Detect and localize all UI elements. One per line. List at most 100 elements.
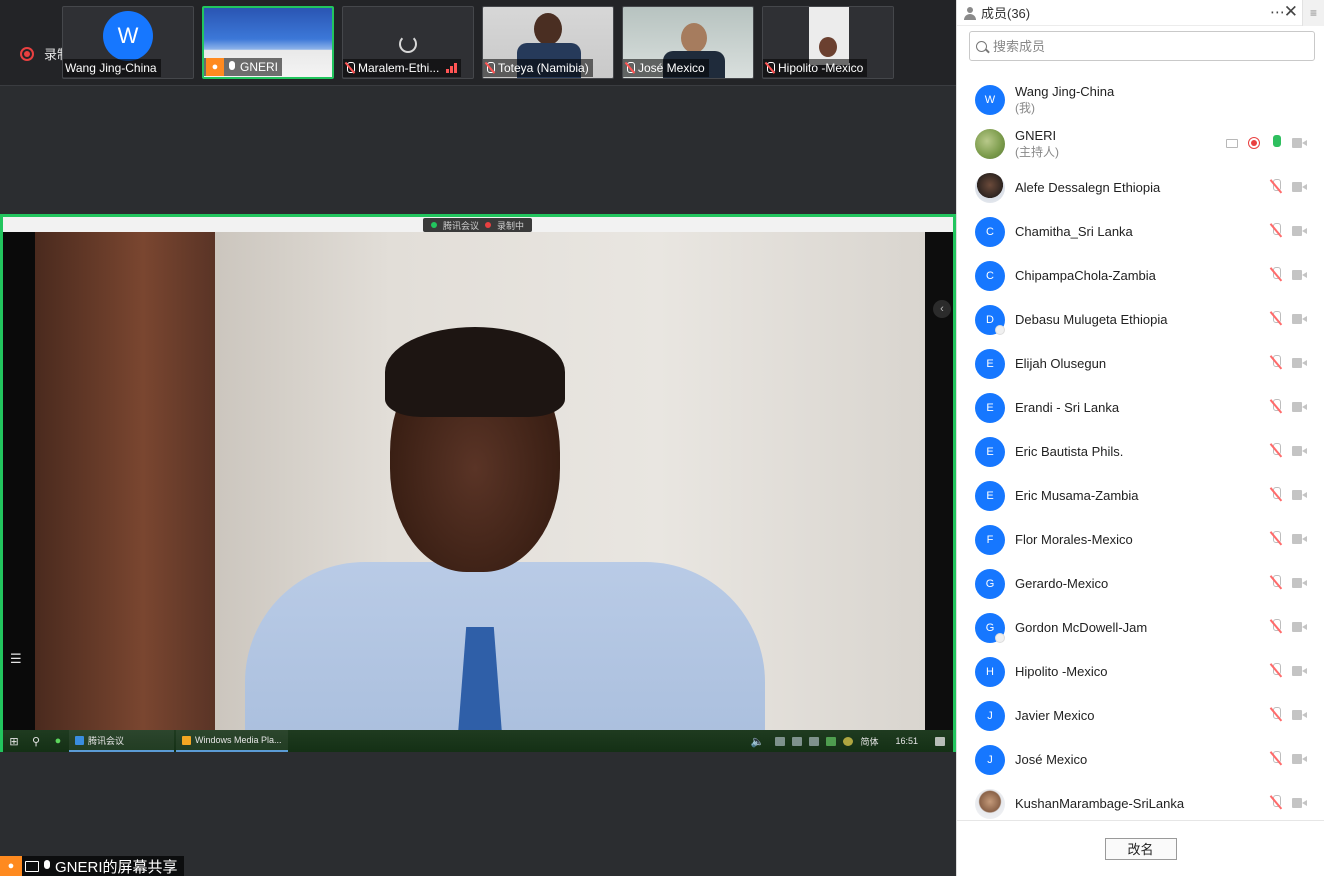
windows-taskbar: ⊞ ⚲ ● 腾讯会议 Windows Media Pla... 🔈 简体 16:… [3,730,953,752]
camera-off-icon[interactable] [1292,490,1308,500]
video-strip: 录制中 W Wang Jing-China ● GNERI Maralem-Et… [0,0,956,86]
avatar: D [975,305,1005,335]
search-input[interactable] [993,38,1293,54]
member-row-self[interactable]: W Wang Jing-China (我) [957,78,1324,122]
camera-off-icon[interactable] [1292,666,1308,676]
participant-name: Wang Jing-China [65,61,157,75]
member-row[interactable]: C Chamitha_Sri Lanka [957,210,1324,254]
camera-off-icon[interactable] [1292,314,1308,324]
taskbar-task-label: Windows Media Pla... [195,735,282,745]
member-row[interactable]: J José Mexico [957,738,1324,782]
member-row[interactable]: D Debasu Mulugeta Ethiopia [957,298,1324,342]
hamburger-menu-icon[interactable]: ≡ [1302,0,1324,26]
video-tile[interactable]: Hipolito -Mexico [762,6,894,79]
avatar: J [975,701,1005,731]
member-row-host[interactable]: GNERI (主持人) [957,122,1324,166]
volume-icon: 🔈 [750,735,765,748]
member-search[interactable] [969,31,1315,61]
shared-video-content [35,232,925,730]
camera-off-icon[interactable] [1292,402,1308,412]
video-tile[interactable]: W Wang Jing-China [62,6,194,79]
close-icon[interactable]: ✕ [1284,2,1298,22]
video-tile-active[interactable]: ● GNERI [202,6,334,79]
member-name: Hipolito -Mexico [1015,664,1108,679]
mic-muted-icon[interactable] [1270,179,1282,195]
device-badge-icon [995,633,1005,643]
avatar: E [975,481,1005,511]
avatar: G [975,569,1005,599]
collapse-chevron-left-icon[interactable]: ‹ [933,300,951,318]
participant-name: José Mexico [638,61,705,75]
mic-muted-icon[interactable] [1270,707,1282,723]
avatar [975,129,1005,159]
mic-muted-icon[interactable] [1270,575,1282,591]
member-list: W Wang Jing-China (我) GNERI (主持人) Alefe [957,78,1324,820]
member-name: Chamitha_Sri Lanka [1015,224,1133,239]
camera-off-icon[interactable] [1292,270,1308,280]
member-row[interactable]: G Gerardo-Mexico [957,562,1324,606]
mic-icon[interactable] [1270,135,1282,151]
mic-muted-icon[interactable] [1270,663,1282,679]
avatar: C [975,217,1005,247]
member-row[interactable]: J Javier Mexico [957,694,1324,738]
video-tile[interactable]: Maralem-Ethi... [342,6,474,79]
camera-off-icon[interactable] [1292,534,1308,544]
signal-bars-icon [446,63,458,73]
list-menu-icon[interactable]: ☰ [10,652,22,665]
avatar [975,173,1005,203]
host-icon: ● [0,856,22,876]
member-row[interactable]: C ChipampaChola-Zambia [957,254,1324,298]
member-role: (我) [1015,101,1035,115]
camera-off-icon[interactable] [1292,182,1308,192]
member-name: Gordon McDowell-Jam [1015,620,1148,635]
camera-off-icon[interactable] [1292,226,1308,236]
mic-muted-icon[interactable] [1270,223,1282,239]
camera-off-icon[interactable] [1292,578,1308,588]
member-row[interactable]: F Flor Morales-Mexico [957,518,1324,562]
camera-off-icon[interactable] [1292,710,1308,720]
camera-off-icon[interactable] [1292,754,1308,764]
mic-muted-icon[interactable] [1270,267,1282,283]
mic-muted-icon[interactable] [1270,751,1282,767]
mic-muted-icon[interactable] [1270,399,1282,415]
video-tile[interactable]: José Mexico [622,6,754,79]
mic-muted-icon[interactable] [1270,795,1282,811]
mic-muted-icon [345,62,355,74]
camera-off-icon[interactable] [1292,138,1308,148]
avatar: W [103,11,153,61]
mic-muted-icon[interactable] [1270,311,1282,327]
host-icon: ● [206,58,224,76]
video-tile[interactable]: Toteya (Namibia) [482,6,614,79]
member-row[interactable]: Alefe Dessalegn Ethiopia [957,166,1324,210]
tray-icon [826,736,837,746]
member-row[interactable]: H Hipolito -Mexico [957,650,1324,694]
media-player-icon [182,735,191,745]
member-name: Wang Jing-China [1015,84,1115,99]
mic-muted-icon[interactable] [1270,355,1282,371]
member-row[interactable]: E Eric Bautista Phils. [957,430,1324,474]
member-row[interactable]: E Erandi - Sri Lanka [957,386,1324,430]
rename-button[interactable]: 改名 [1104,837,1177,860]
member-name: José Mexico [1015,752,1088,767]
member-row[interactable]: E Eric Musama-Zambia [957,474,1324,518]
camera-off-icon[interactable] [1292,622,1308,632]
tray-icon [792,736,803,746]
mic-muted-icon[interactable] [1270,619,1282,635]
camera-off-icon[interactable] [1292,798,1308,808]
camera-off-icon[interactable] [1292,446,1308,456]
camera-off-icon[interactable] [1292,358,1308,368]
tile-label: Hipolito -Mexico [763,59,868,77]
member-row[interactable]: E Elijah Olusegun [957,342,1324,386]
mic-muted-icon[interactable] [1270,443,1282,459]
member-name: Flor Morales-Mexico [1015,532,1133,547]
screen-share-label: ● GNERI的屏幕共享 [0,856,184,876]
member-row[interactable]: G Gordon McDowell-Jam [957,606,1324,650]
shared-window-titlebar: 腾讯会议 录制中 [3,214,953,232]
mic-muted-icon [485,62,495,74]
participant-name: Toteya (Namibia) [498,61,589,75]
shared-screen[interactable]: 腾讯会议 录制中 ☰ ‹ ⊞ ⚲ ● 腾讯会议 Windows Media Pl… [0,214,956,752]
mic-muted-icon[interactable] [1270,487,1282,503]
mic-muted-icon[interactable] [1270,531,1282,547]
member-row[interactable]: KushanMarambage-SriLanka [957,782,1324,820]
participant-name: Maralem-Ethi... [358,61,440,75]
